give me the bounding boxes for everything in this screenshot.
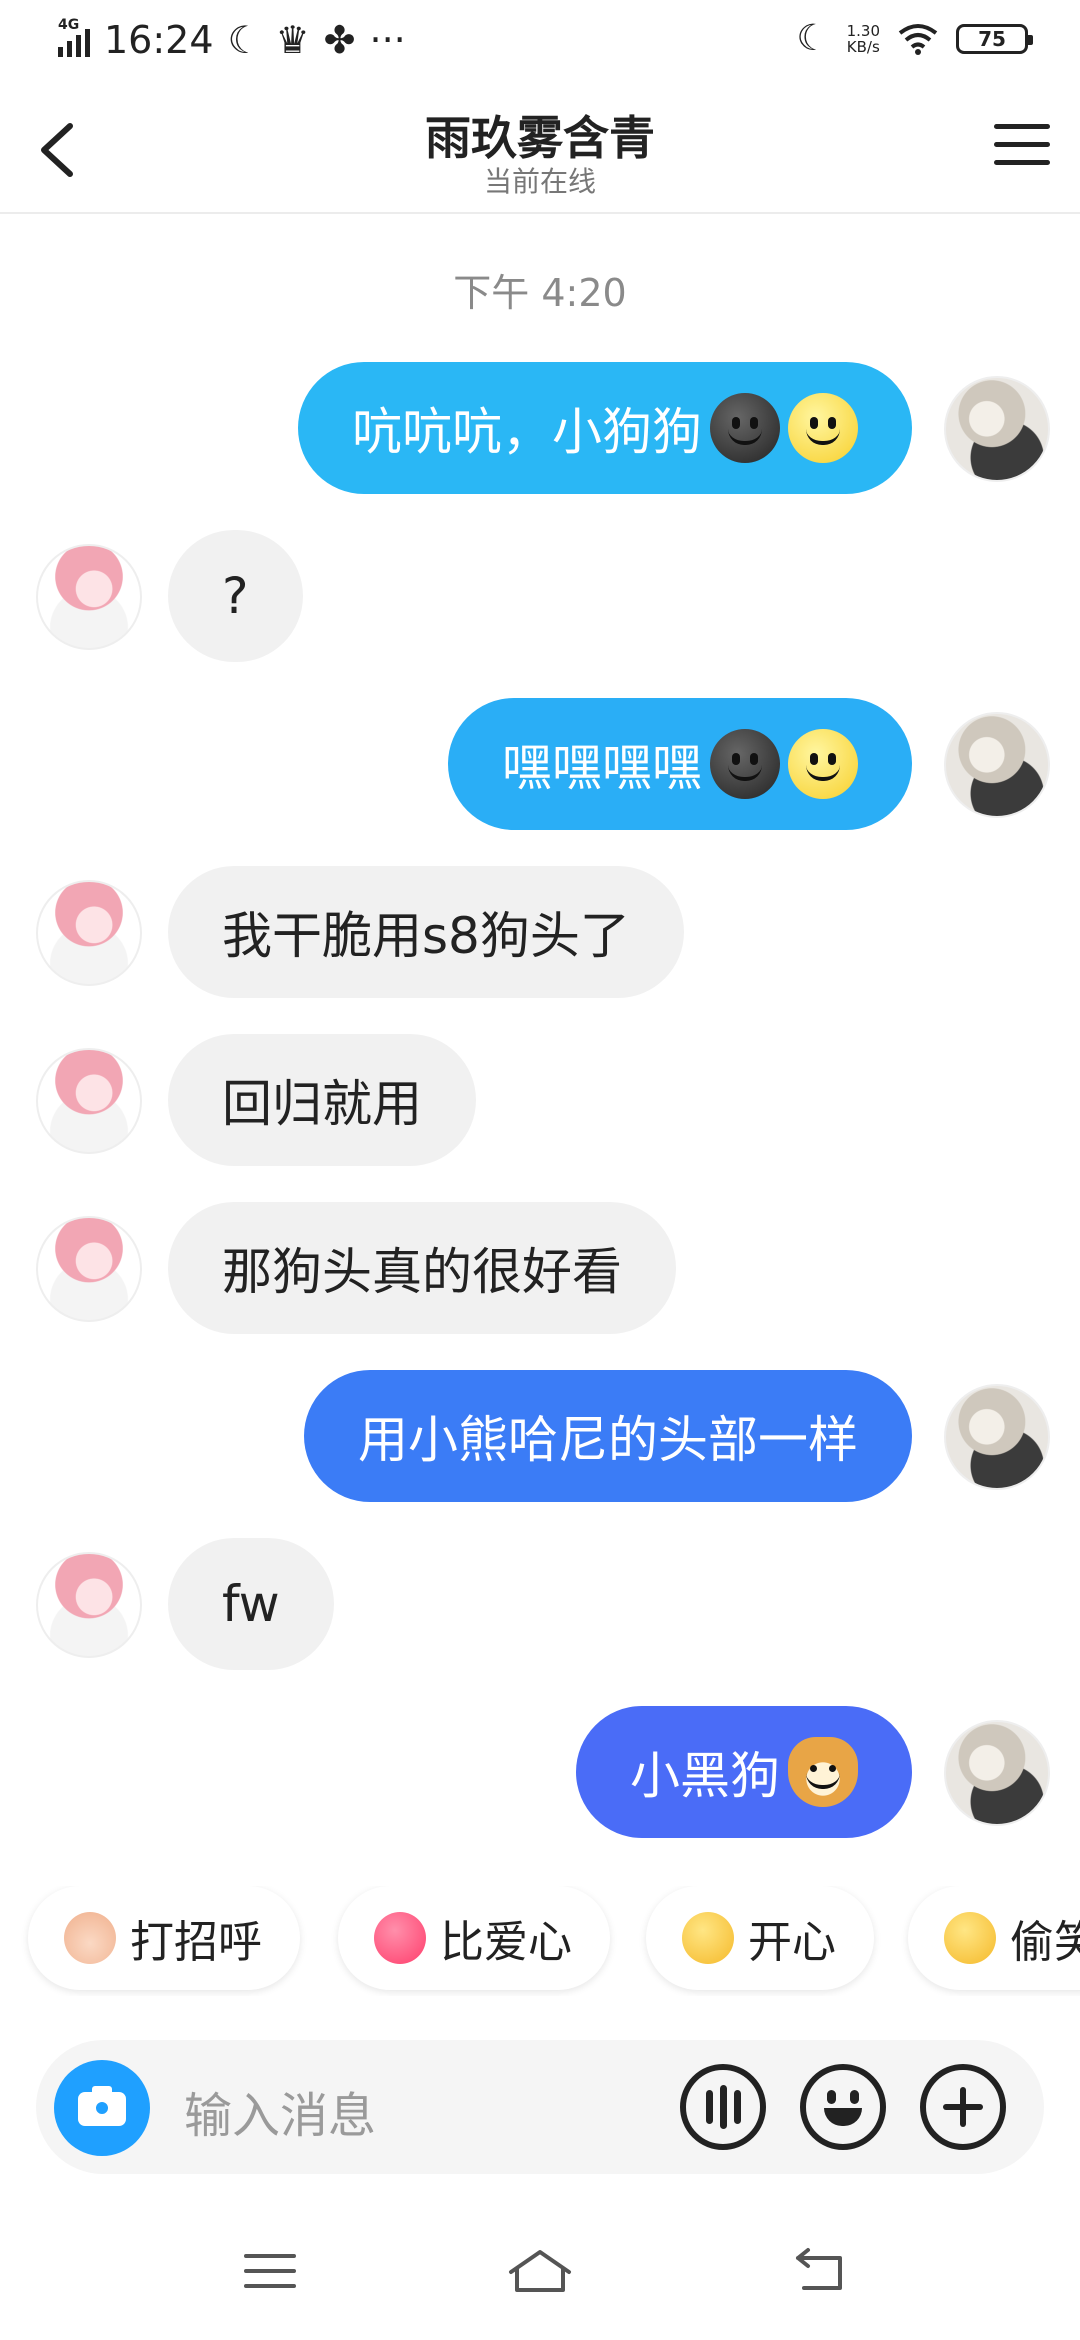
message-text: ? (222, 567, 249, 625)
status-bar: 4G 16:24 ☾ ♛ ✤ ··· ☾ 1.30 KB/s 75 (0, 0, 1080, 84)
message-text: 回归就用 (222, 1075, 422, 1133)
message-row: ? (0, 530, 1080, 662)
quick-reply-bar[interactable]: 打招呼 比爱心 开心 偷笑 (0, 1886, 1080, 1996)
message-text: 那狗头真的很好看 (222, 1243, 622, 1301)
outgoing-message-bubble[interactable]: 吭吭吭，小狗狗 (298, 362, 912, 494)
recent-apps-icon[interactable] (240, 2246, 300, 2296)
contact-avatar[interactable] (36, 1552, 142, 1658)
voice-icon[interactable] (680, 2064, 766, 2150)
message-row: 那狗头真的很好看 (0, 1202, 1080, 1334)
system-nav-bar (0, 2200, 1080, 2340)
contact-avatar[interactable] (36, 1216, 142, 1322)
outgoing-message-bubble[interactable]: 嘿嘿嘿嘿 (448, 698, 912, 830)
message-text: 嘿嘿嘿嘿 (502, 739, 702, 797)
incoming-message-bubble[interactable]: 我干脆用s8狗头了 (168, 866, 684, 998)
message-text: 我干脆用s8狗头了 (222, 907, 630, 965)
clock: 16:24 (104, 18, 214, 62)
giggle-face-icon (944, 1912, 996, 1964)
plus-icon[interactable] (920, 2064, 1006, 2150)
do-not-disturb-icon: ☾ (796, 18, 829, 59)
laughing-face-icon (682, 1912, 734, 1964)
message-row: fw (0, 1538, 1080, 1670)
black-smile-emoji-icon (710, 729, 780, 799)
black-smile-emoji-icon (710, 393, 780, 463)
crown-icon: ♛ (275, 18, 310, 62)
message-input-bar: 输入消息 (36, 2040, 1044, 2174)
contact-avatar[interactable] (36, 544, 142, 650)
doge-emoji-icon (788, 1737, 858, 1807)
contact-avatar[interactable] (36, 1048, 142, 1154)
quick-reply-chip[interactable]: 打招呼 (28, 1886, 300, 1990)
camera-icon[interactable] (54, 2060, 150, 2156)
message-text: 用小熊哈尼的头部一样 (358, 1411, 858, 1469)
message-row: 吭吭吭，小狗狗 (0, 362, 1080, 494)
more-notifications-icon: ··· (369, 18, 406, 62)
network-speed: 1.30 KB/s (846, 21, 880, 56)
quick-reply-chip[interactable]: 比爱心 (338, 1886, 610, 1990)
home-icon[interactable] (505, 2246, 575, 2296)
my-avatar[interactable] (944, 712, 1050, 818)
fan-icon: ✤ (323, 18, 356, 62)
signal-icon: 4G (58, 17, 90, 57)
my-avatar[interactable] (944, 1384, 1050, 1490)
message-row: 小黑狗 (0, 1706, 1080, 1838)
heart-icon (374, 1912, 426, 1964)
emoji-icon[interactable] (800, 2064, 886, 2150)
incoming-message-bubble[interactable]: fw (168, 1538, 334, 1670)
battery-icon: 75 (956, 23, 1033, 54)
back-icon[interactable] (790, 2246, 850, 2296)
message-row: 我干脆用s8狗头了 (0, 866, 1080, 998)
wifi-icon (898, 23, 938, 55)
outgoing-message-bubble[interactable]: 用小熊哈尼的头部一样 (304, 1370, 912, 1502)
my-avatar[interactable] (944, 376, 1050, 482)
yellow-smile-emoji-icon (788, 729, 858, 799)
contact-avatar[interactable] (36, 880, 142, 986)
my-avatar[interactable] (944, 1720, 1050, 1826)
online-status: 当前在线 (483, 165, 596, 198)
message-text: 小黑狗 (630, 1747, 780, 1805)
message-row: 用小熊哈尼的头部一样 (0, 1370, 1080, 1502)
yellow-smile-emoji-icon (788, 393, 858, 463)
contact-name[interactable]: 雨玖雾含青 (0, 102, 1080, 168)
quick-reply-chip[interactable]: 偷笑 (908, 1886, 1080, 1990)
wave-hand-icon (64, 1912, 116, 1964)
message-timestamp: 下午 4:20 (453, 271, 627, 315)
message-text: fw (222, 1575, 280, 1633)
message-row: 嘿嘿嘿嘿 (0, 698, 1080, 830)
moon-icon: ☾ (227, 18, 262, 62)
message-text: 吭吭吭，小狗狗 (352, 403, 702, 461)
menu-icon[interactable] (994, 124, 1050, 174)
outgoing-message-bubble[interactable]: 小黑狗 (576, 1706, 912, 1838)
quick-reply-chip[interactable]: 开心 (646, 1886, 874, 1990)
message-input[interactable]: 输入消息 (184, 2076, 376, 2146)
incoming-message-bubble[interactable]: ? (168, 530, 303, 662)
message-row: 回归就用 (0, 1034, 1080, 1166)
chat-header: 雨玖雾含青 当前在线 (0, 84, 1080, 214)
incoming-message-bubble[interactable]: 那狗头真的很好看 (168, 1202, 676, 1334)
incoming-message-bubble[interactable]: 回归就用 (168, 1034, 476, 1166)
